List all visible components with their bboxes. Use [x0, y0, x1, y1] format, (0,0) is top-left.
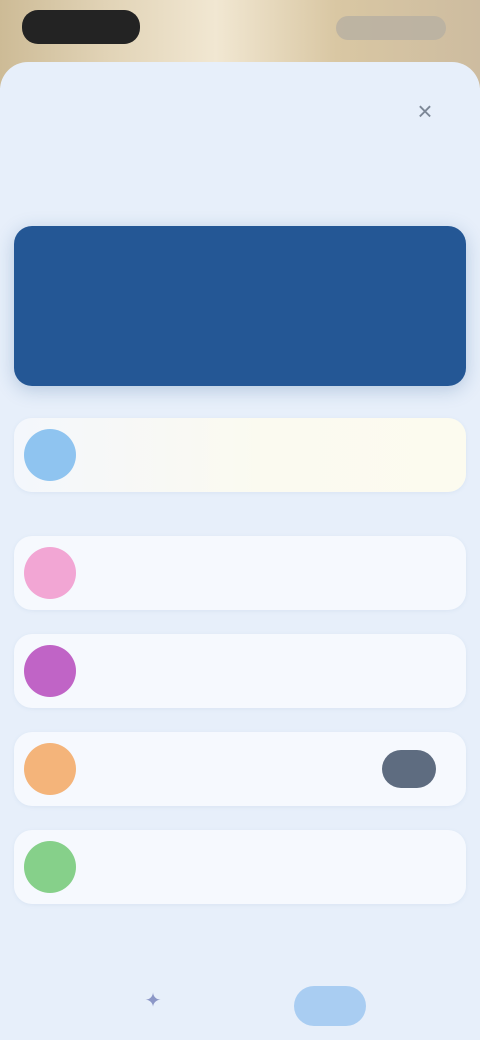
close-button[interactable]: × [408, 94, 442, 128]
row-circle-icon [24, 645, 76, 697]
close-icon: × [417, 96, 433, 126]
nav-spark-icon[interactable]: ✦ [140, 988, 166, 1014]
nav-item[interactable] [206, 986, 290, 1026]
settings-row[interactable] [14, 418, 466, 492]
settings-row[interactable] [14, 830, 466, 904]
settings-row[interactable] [14, 732, 466, 806]
row-circle-icon [24, 841, 76, 893]
settings-panel: × ✦ [0, 62, 480, 1040]
nav-item[interactable] [374, 986, 458, 1026]
row-circle-icon [24, 743, 76, 795]
hero-card[interactable] [14, 226, 466, 386]
status-bar-pill [22, 10, 140, 44]
row-circle-icon [24, 547, 76, 599]
settings-row[interactable] [14, 536, 466, 610]
nav-item[interactable] [32, 986, 116, 1026]
row-circle-icon [24, 429, 76, 481]
bottom-navigation: ✦ [14, 974, 466, 1038]
toggle-switch[interactable] [382, 750, 436, 788]
nav-item-active[interactable] [294, 986, 366, 1026]
settings-row[interactable] [14, 634, 466, 708]
status-bar-indicators [336, 16, 446, 40]
